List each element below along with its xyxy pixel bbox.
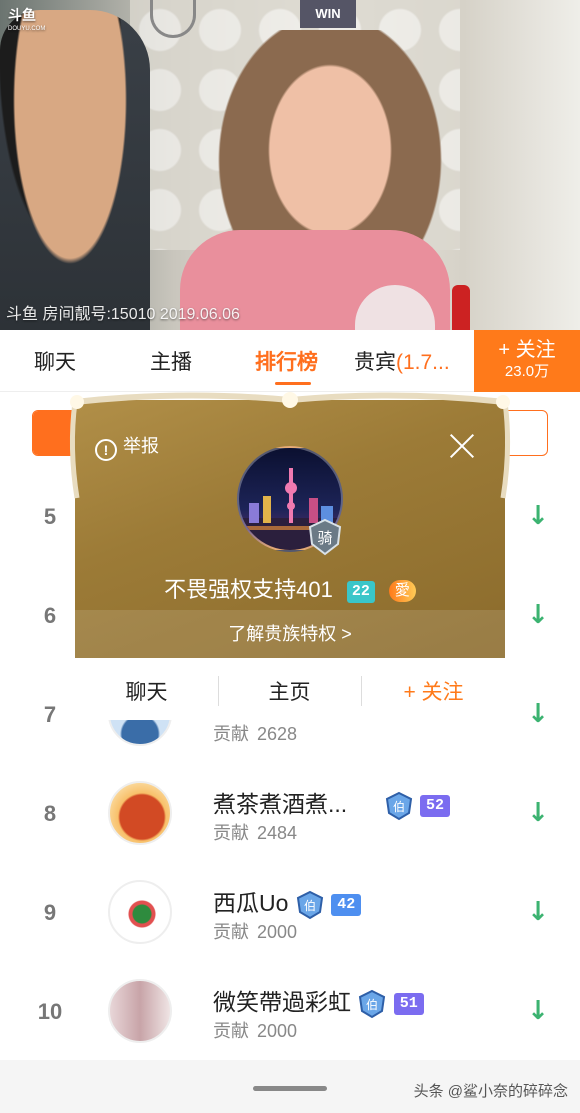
knight-badge-text: 骑 bbox=[317, 529, 332, 547]
follower-count: 23.0万 bbox=[504, 363, 550, 380]
user-avatar[interactable] bbox=[108, 880, 172, 944]
report-icon: ! bbox=[95, 439, 117, 461]
ranking-row[interactable]: 8 煮茶煮酒煮... 伯 52 贡献 2484 ↓ bbox=[0, 765, 580, 864]
contribution-label: 贡献 bbox=[213, 823, 249, 843]
contribution-label: 贡献 bbox=[213, 1021, 249, 1041]
homepage-action-button[interactable]: 主页 bbox=[218, 676, 361, 706]
rank-down-arrow-icon: ↓ bbox=[527, 798, 549, 828]
noble-badge-icon: 伯 bbox=[359, 989, 386, 1019]
contribution-value: 2628 bbox=[257, 724, 298, 744]
user-avatar[interactable] bbox=[108, 979, 172, 1043]
user-name: 微笑帶過彩虹 伯 51 bbox=[213, 983, 424, 1019]
rank-down-arrow-icon: ↓ bbox=[527, 996, 549, 1026]
user-card-popup: ! 举报 骑 不畏强权支持401 22 愛 了解贵族特权 > bbox=[69, 392, 511, 658]
rank-down-arrow-icon: ↓ bbox=[527, 699, 549, 729]
home-indicator[interactable] bbox=[253, 1086, 327, 1091]
contribution-text: 贡献 2000 bbox=[213, 1017, 297, 1043]
rank-number: 7 bbox=[43, 702, 57, 727]
tab-ranking-label: 排行榜 bbox=[255, 351, 318, 374]
rank-down-arrow-icon: ↓ bbox=[527, 501, 549, 531]
user-level-badge: 52 bbox=[419, 794, 450, 817]
tab-active-indicator bbox=[275, 382, 311, 385]
system-nav-bar: 头条 @鲨小奈的碎碎念 bbox=[0, 1060, 580, 1113]
video-person-left bbox=[0, 10, 150, 330]
user-level-badge: 42 bbox=[331, 893, 362, 916]
rank-number: 6 bbox=[43, 603, 57, 628]
popup-user-info: 不畏强权支持401 22 愛 bbox=[75, 572, 505, 604]
noble-badge-text: 伯 bbox=[366, 997, 378, 1012]
video-sign: WIN bbox=[300, 0, 356, 28]
douyu-logo: 斗鱼 DOUYU.COM bbox=[8, 8, 45, 36]
user-name-text: 微笑帶過彩虹 bbox=[213, 989, 351, 1015]
popup-level-badge: 22 bbox=[346, 581, 375, 603]
user-name-text: 西瓜Uo bbox=[213, 890, 289, 916]
noble-badge-text: 伯 bbox=[393, 799, 405, 814]
contribution-value: 2000 bbox=[257, 1021, 298, 1041]
tab-streamer[interactable]: 主播 bbox=[150, 346, 192, 376]
app-screen: WIN 斗鱼 DOUYU.COM 斗鱼 房间靓号:15010 2019.06.0… bbox=[0, 0, 580, 1113]
rank-down-arrow-icon: ↓ bbox=[527, 897, 549, 927]
rank-number: 8 bbox=[43, 801, 57, 826]
rank-number: 5 bbox=[43, 504, 57, 529]
noble-privilege-link[interactable]: 了解贵族特权 > bbox=[75, 610, 505, 658]
noble-badge-icon: 伯 bbox=[385, 791, 412, 821]
user-name: 西瓜Uo 伯 42 bbox=[213, 884, 362, 920]
user-name-text: 煮茶煮酒煮... bbox=[213, 791, 348, 817]
contribution-text: 贡献 2000 bbox=[213, 918, 297, 944]
rank-number: 10 bbox=[37, 999, 63, 1024]
close-icon[interactable] bbox=[449, 432, 475, 458]
room-watermark: 斗鱼 房间靓号:15010 2019.06.06 bbox=[6, 306, 240, 323]
live-video[interactable]: WIN 斗鱼 DOUYU.COM 斗鱼 房间靓号:15010 2019.06.0… bbox=[0, 0, 580, 330]
knight-badge-icon: 骑 bbox=[308, 518, 342, 556]
contribution-value: 2484 bbox=[257, 823, 298, 843]
source-credit: 头条 @鲨小奈的碎碎念 bbox=[413, 1083, 568, 1100]
contribution-label: 贡献 bbox=[213, 922, 249, 942]
ranking-row[interactable]: 10 微笑帶過彩虹 伯 51 贡献 2000 ↓ bbox=[0, 963, 580, 1062]
popup-username: 不畏强权支持401 bbox=[164, 577, 333, 602]
noble-badge-text: 伯 bbox=[304, 898, 316, 913]
report-button[interactable]: ! 举报 bbox=[95, 432, 159, 461]
rank-number: 9 bbox=[43, 900, 57, 925]
logo-subtext: DOUYU.COM bbox=[8, 26, 46, 32]
chat-action-button[interactable]: 聊天 bbox=[75, 676, 218, 706]
fan-badge: 愛 bbox=[388, 580, 416, 602]
contribution-value: 2000 bbox=[257, 922, 298, 942]
video-bottle bbox=[452, 285, 470, 330]
user-card-actions: 聊天 主页 + 关注 bbox=[75, 660, 505, 720]
logo-text: 斗鱼 bbox=[8, 7, 36, 23]
tab-vip-count: (1.7... bbox=[396, 351, 450, 374]
user-name: 煮茶煮酒煮... 伯 52 bbox=[213, 785, 450, 821]
user-avatar[interactable] bbox=[108, 781, 172, 845]
tab-chat[interactable]: 聊天 bbox=[34, 346, 76, 376]
noble-badge-icon: 伯 bbox=[296, 890, 323, 920]
tab-ranking[interactable]: 排行榜 bbox=[255, 346, 318, 385]
tab-vip-label: 贵宾 bbox=[354, 351, 396, 374]
follow-label: + 关注 bbox=[498, 339, 556, 361]
follow-user-button[interactable]: + 关注 bbox=[362, 676, 505, 706]
report-label: 举报 bbox=[123, 436, 159, 456]
contribution-text: 贡献 2484 bbox=[213, 819, 297, 845]
tab-vip[interactable]: 贵宾(1.7... bbox=[354, 346, 450, 376]
contribution-text: 贡献 2628 bbox=[213, 720, 297, 746]
rank-down-arrow-icon: ↓ bbox=[527, 600, 549, 630]
user-level-badge: 51 bbox=[393, 992, 424, 1015]
follow-streamer-button[interactable]: + 关注 23.0万 bbox=[474, 330, 580, 392]
contribution-label: 贡献 bbox=[213, 724, 249, 744]
ranking-row[interactable]: 9 西瓜Uo 伯 42 贡献 2000 ↓ bbox=[0, 864, 580, 963]
